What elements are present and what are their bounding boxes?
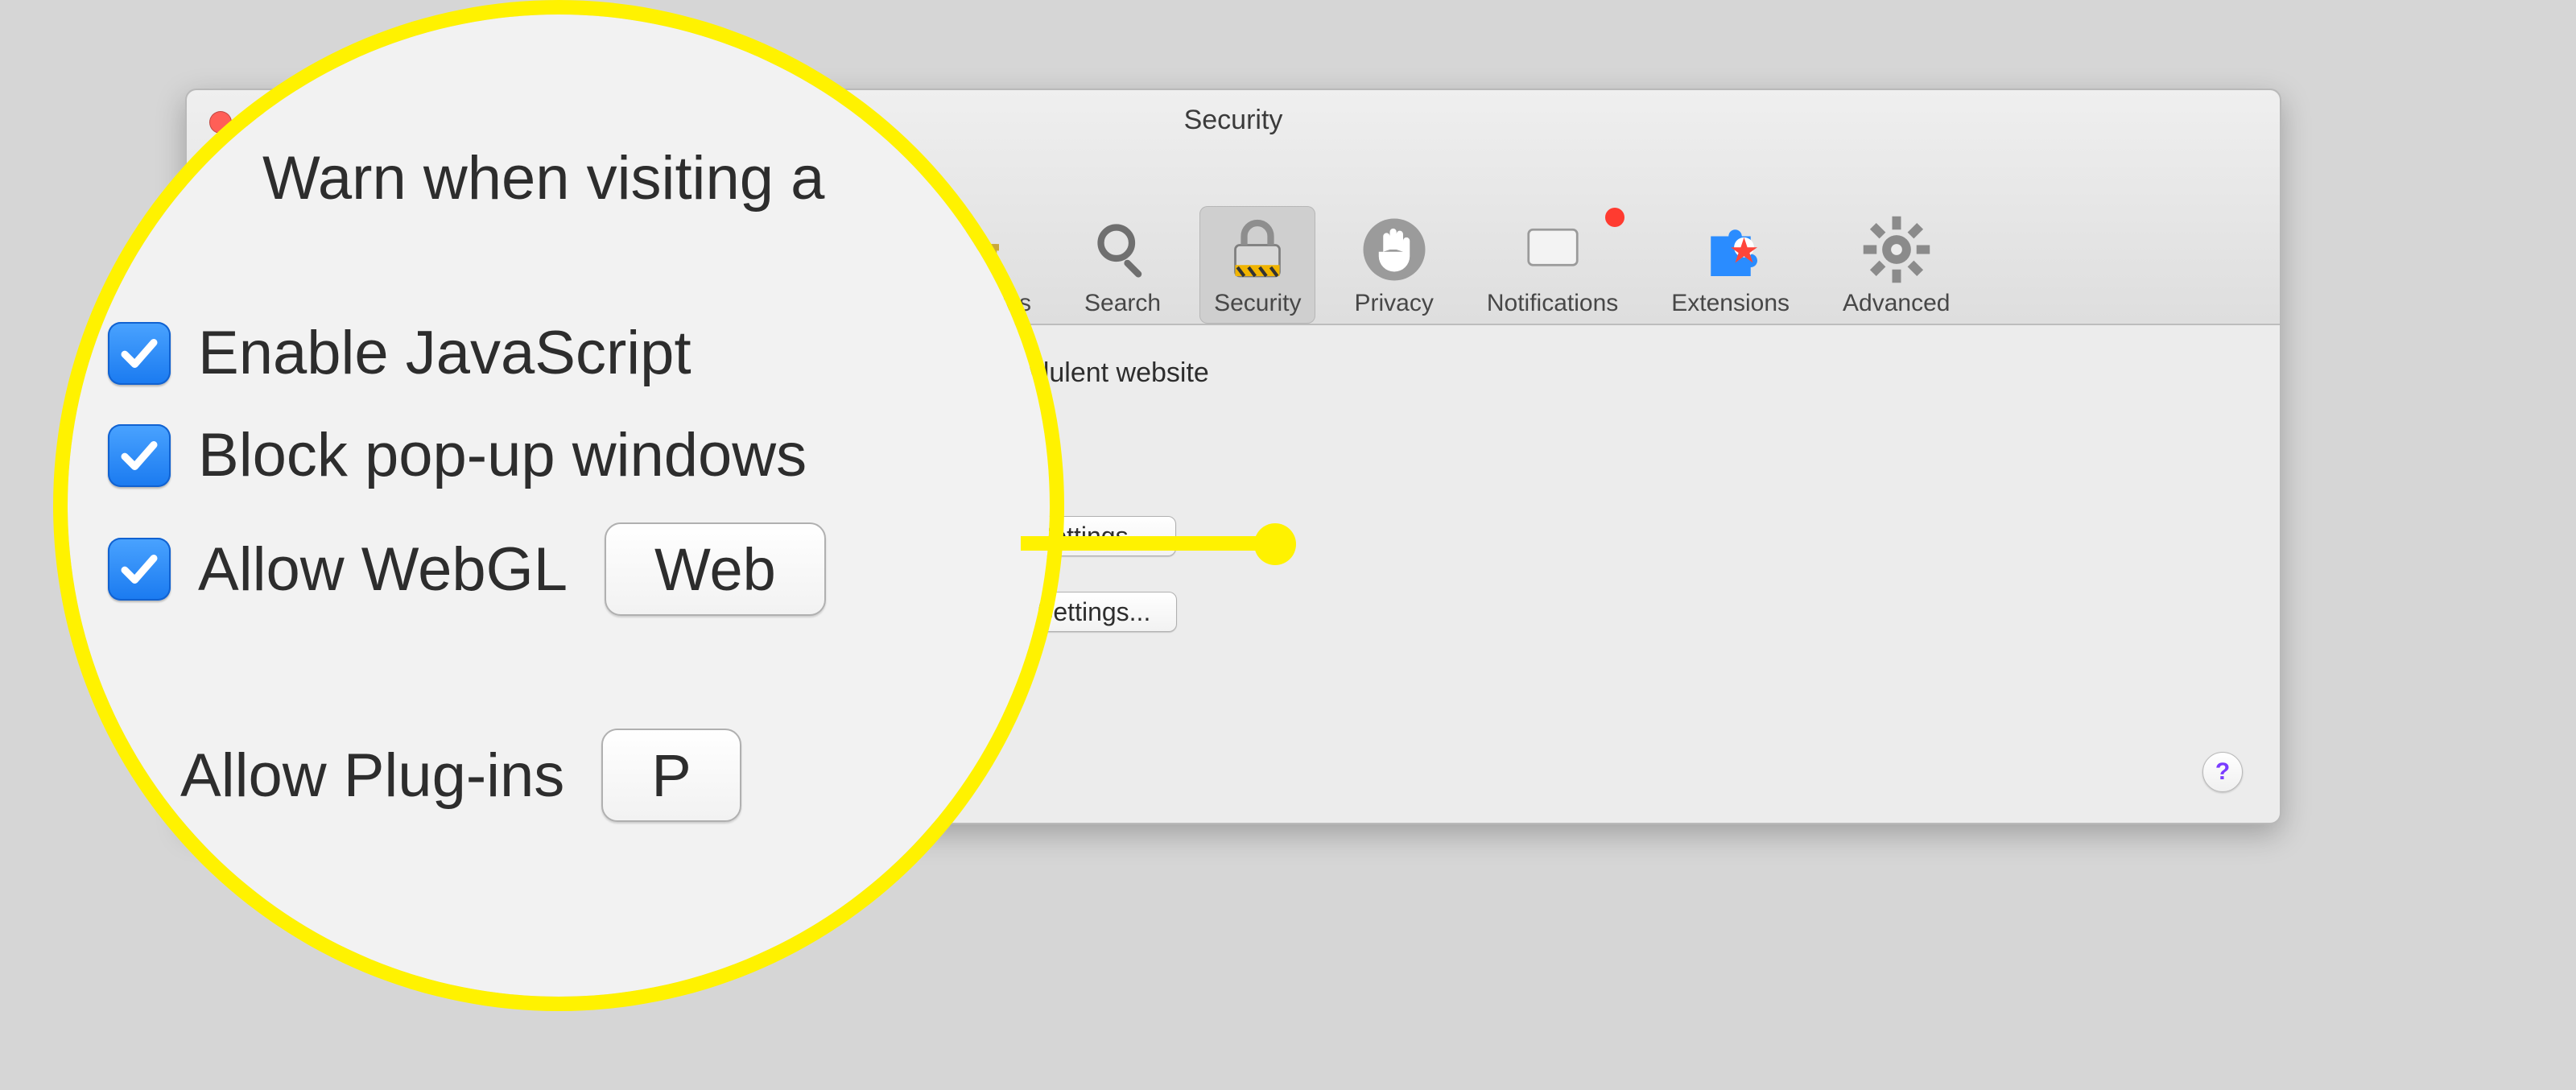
zoom-row-webgl: Allow WebGL Web [108, 522, 1042, 616]
tab-security[interactable]: Security [1199, 206, 1315, 324]
search-icon [1088, 214, 1158, 285]
hand-icon [1359, 214, 1430, 285]
zoom-row-warn: Warn when visiting a [172, 143, 1042, 213]
zoom-checkbox-webgl[interactable] [108, 538, 171, 601]
badge-icon [1605, 208, 1624, 227]
zoom-row-plugins: Allow Plug-ins P [180, 729, 1042, 822]
zoom-plugin-button[interactable]: P [601, 729, 741, 822]
tab-label: Notifications [1487, 290, 1618, 317]
zoom-checkbox-js[interactable] [108, 322, 171, 385]
cog-icon [1861, 214, 1932, 285]
help-glyph: ? [2215, 758, 2230, 786]
tab-label: Privacy [1354, 290, 1433, 317]
tab-notifications[interactable]: Notifications [1472, 206, 1633, 324]
callout-leader-dot [1254, 523, 1296, 565]
tab-advanced[interactable]: Advanced [1828, 206, 1964, 324]
tab-label: Extensions [1671, 290, 1790, 317]
zoom-webgl-button[interactable]: Web [605, 522, 826, 616]
lock-icon [1222, 214, 1293, 285]
zoom-checkbox-popup[interactable] [108, 424, 171, 487]
tab-search[interactable]: Search [1070, 206, 1175, 324]
tab-label: Search [1084, 290, 1161, 317]
help-button[interactable]: ? [2202, 752, 2243, 792]
tab-privacy[interactable]: Privacy [1340, 206, 1447, 324]
zoom-label-popup: Block pop-up windows [198, 420, 807, 490]
tab-label: Advanced [1843, 290, 1950, 317]
zoom-label-js: Enable JavaScript [198, 318, 691, 388]
zoom-callout: Warn when visiting a Enable JavaScript B… [68, 14, 1050, 997]
zoom-label-warn: Warn when visiting a [262, 143, 824, 213]
tab-label: Security [1214, 290, 1301, 317]
zoom-row-popup: Block pop-up windows [108, 420, 1042, 490]
puzzle-icon [1695, 214, 1766, 285]
zoom-label-plugins: Allow Plug-ins [180, 741, 564, 811]
notification-icon [1517, 214, 1588, 285]
callout-leader-line [1021, 536, 1278, 551]
zoom-row-js: Enable JavaScript [108, 318, 1042, 388]
tab-extensions[interactable]: Extensions [1657, 206, 1804, 324]
zoom-label-webgl: Allow WebGL [198, 535, 568, 605]
